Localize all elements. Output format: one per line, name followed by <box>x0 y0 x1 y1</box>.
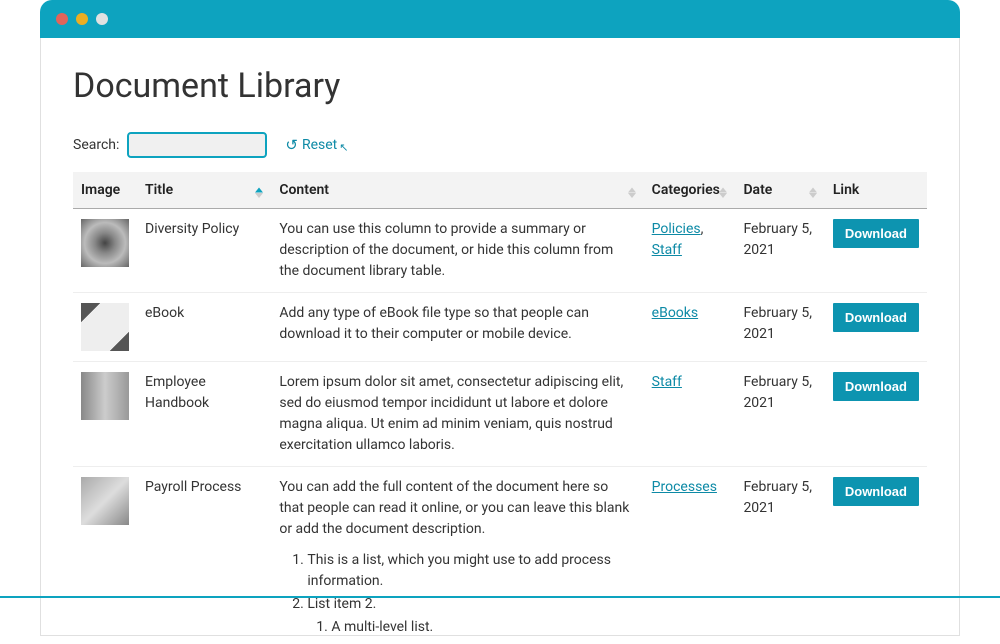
download-button[interactable]: Download <box>833 477 919 506</box>
thumbnail-icon[interactable] <box>81 372 129 420</box>
cell-content: You can use this column to provide a sum… <box>271 209 643 293</box>
col-header-date[interactable]: Date <box>735 172 824 209</box>
cell-title: Payroll Process <box>137 467 271 637</box>
window-maximize-dot[interactable] <box>96 13 108 25</box>
browser-title-bar <box>40 0 960 38</box>
document-table: Image Title Content Categories Date Link… <box>73 172 927 636</box>
cell-title: eBook <box>137 293 271 362</box>
download-button[interactable]: Download <box>833 372 919 401</box>
list-item: List item 2. A multi-level list. Another… <box>307 594 635 636</box>
col-header-content[interactable]: Content <box>271 172 643 209</box>
cell-categories: Policies, Staff <box>644 209 736 293</box>
thumbnail-icon[interactable] <box>81 303 129 351</box>
table-row: eBook Add any type of eBook file type so… <box>73 293 927 362</box>
table-row: Employee Handbook Lorem ipsum dolor sit … <box>73 362 927 467</box>
category-link[interactable]: Policies <box>652 221 701 237</box>
cell-categories: eBooks <box>644 293 736 362</box>
thumbnail-icon[interactable] <box>81 219 129 267</box>
reset-label: Reset <box>302 137 337 153</box>
category-link[interactable]: Staff <box>652 374 682 390</box>
cell-date: February 5, 2021 <box>735 209 824 293</box>
app-window: Document Library Search: ↺ Reset ↖ Image… <box>40 38 960 636</box>
col-header-title[interactable]: Title <box>137 172 271 209</box>
download-button[interactable]: Download <box>833 219 919 248</box>
col-header-link: Link <box>825 172 927 209</box>
category-link[interactable]: Staff <box>652 242 682 258</box>
window-close-dot[interactable] <box>56 13 68 25</box>
reset-button[interactable]: ↺ Reset ↖ <box>285 136 348 154</box>
search-input[interactable] <box>127 132 267 158</box>
cell-title: Diversity Policy <box>137 209 271 293</box>
list-item: This is a list, which you might use to a… <box>307 550 635 592</box>
cell-date: February 5, 2021 <box>735 467 824 637</box>
search-label: Search: <box>73 137 119 153</box>
col-header-categories[interactable]: Categories <box>644 172 736 209</box>
list-item: A multi-level list. <box>331 617 635 636</box>
cell-categories: Staff <box>644 362 736 467</box>
thumbnail-icon[interactable] <box>81 477 129 525</box>
content-list: This is a list, which you might use to a… <box>307 550 635 636</box>
search-bar: Search: ↺ Reset ↖ <box>73 132 927 158</box>
col-header-image[interactable]: Image <box>73 172 137 209</box>
cursor-icon: ↖ <box>339 141 348 154</box>
content-sublist: A multi-level list. Another list item. <box>331 617 635 636</box>
table-row: Payroll Process You can add the full con… <box>73 467 927 637</box>
category-link[interactable]: Processes <box>652 479 717 495</box>
download-button[interactable]: Download <box>833 303 919 332</box>
page-title: Document Library <box>73 66 927 106</box>
cell-categories: Processes <box>644 467 736 637</box>
category-link[interactable]: eBooks <box>652 305 698 321</box>
footer-accent-line <box>0 596 1000 598</box>
cell-content: You can add the full content of the docu… <box>271 467 643 637</box>
cell-date: February 5, 2021 <box>735 362 824 467</box>
window-minimize-dot[interactable] <box>76 13 88 25</box>
cell-content: Lorem ipsum dolor sit amet, consectetur … <box>271 362 643 467</box>
table-row: Diversity Policy You can use this column… <box>73 209 927 293</box>
cell-content: Add any type of eBook file type so that … <box>271 293 643 362</box>
cell-date: February 5, 2021 <box>735 293 824 362</box>
cell-title: Employee Handbook <box>137 362 271 467</box>
undo-icon: ↺ <box>285 136 298 154</box>
